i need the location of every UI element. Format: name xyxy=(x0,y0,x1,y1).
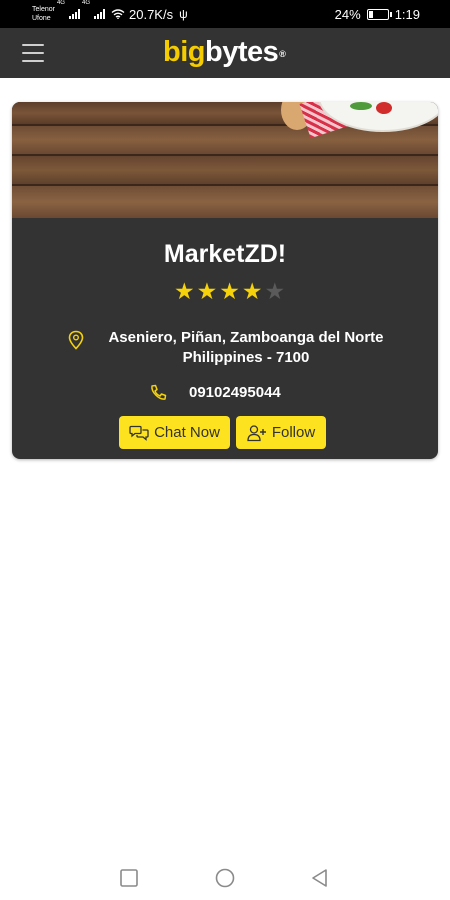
store-details: MarketZD! ★ ★ ★ ★ ★ Aseniero, Piñan, Zamboan… xyxy=(12,218,438,459)
network-speed: 20.7K/s xyxy=(129,6,174,22)
carrier-2: Ufone xyxy=(32,15,51,22)
carrier-1: Telenor xyxy=(32,6,55,13)
chat-now-button[interactable]: Chat Now xyxy=(119,416,230,449)
tomato-decoration xyxy=(376,102,392,114)
chat-now-label: Chat Now xyxy=(154,424,220,441)
wifi-icon xyxy=(111,9,125,19)
status-right: 24% 1:19 xyxy=(335,7,420,22)
address-line-1: Aseniero, Piñan, Zamboanga del Norte xyxy=(108,329,384,346)
carrier-names: Telenor Ufone xyxy=(32,5,55,23)
star-filled-icon: ★ xyxy=(174,278,195,304)
store-rating: ★ ★ ★ ★ ★ xyxy=(174,280,285,303)
chat-bubbles-icon xyxy=(129,425,149,441)
add-user-icon xyxy=(247,424,266,441)
signal-1-label: 4G xyxy=(56,0,65,6)
follow-button[interactable]: Follow xyxy=(236,416,326,449)
app-bar: bigbytes® xyxy=(0,28,450,78)
phone-icon xyxy=(151,384,167,400)
recent-apps-icon[interactable] xyxy=(119,868,139,888)
status-bar: Telenor Ufone 4G 4G 20.7K/s ψ 24% 1:19 xyxy=(0,0,450,28)
location-pin-icon xyxy=(68,330,84,350)
store-phone: 09102495044 xyxy=(189,384,281,401)
battery-level xyxy=(368,10,374,18)
store-cover-image xyxy=(12,102,438,218)
signal-2-label: 4G xyxy=(81,0,90,6)
system-nav-bar xyxy=(0,856,450,900)
clock: 1:19 xyxy=(394,6,420,22)
store-card[interactable]: MarketZD! ★ ★ ★ ★ ★ Aseniero, Piñan, Zamboan… xyxy=(12,102,438,459)
signal-1-icon xyxy=(68,9,80,19)
star-filled-icon: ★ xyxy=(219,278,240,304)
back-icon[interactable] xyxy=(310,868,330,888)
leaf-decoration xyxy=(350,102,372,110)
usb-icon: ψ xyxy=(179,7,188,21)
battery-icon xyxy=(366,8,392,20)
bigbytes-logo: bigbytes® xyxy=(163,36,286,68)
signal-2-icon xyxy=(94,9,105,19)
store-name: MarketZD! xyxy=(163,240,287,268)
address-line-2: Philippines - 7100 xyxy=(182,349,310,366)
battery-percent: 24% xyxy=(334,6,361,22)
store-address: Aseniero, Piñan, Zamboanga del Norte Phi… xyxy=(96,328,396,368)
hamburger-menu-icon[interactable] xyxy=(22,44,44,62)
screen: Telenor Ufone 4G 4G 20.7K/s ψ 24% 1:19 b… xyxy=(0,0,450,900)
home-icon[interactable] xyxy=(215,868,235,888)
follow-label: Follow xyxy=(271,424,316,441)
star-empty-icon: ★ xyxy=(264,278,286,304)
star-filled-icon: ★ xyxy=(241,278,263,304)
star-filled-icon: ★ xyxy=(196,278,218,304)
